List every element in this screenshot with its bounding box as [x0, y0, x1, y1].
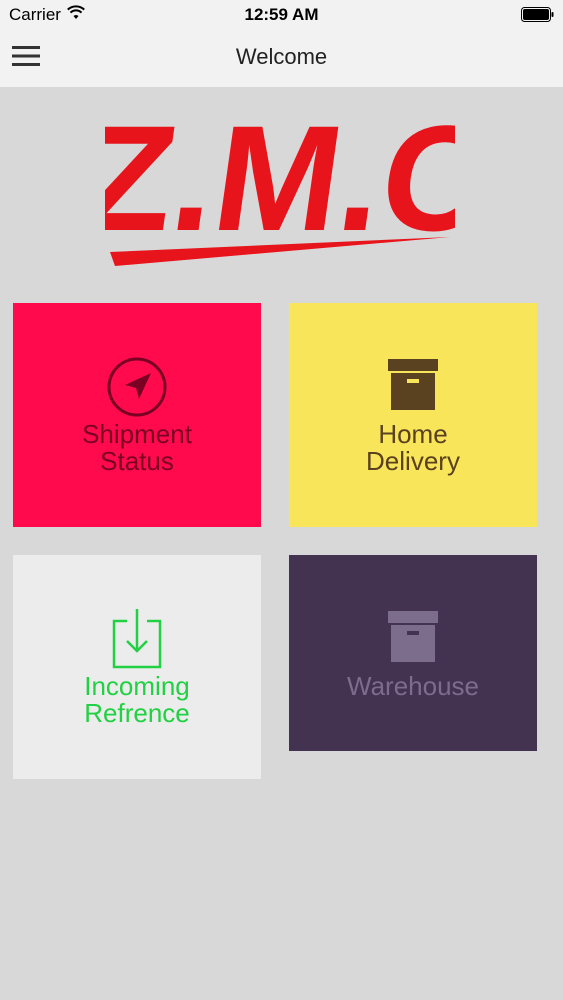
status-time: 12:59 AM	[244, 5, 319, 24]
battery-icon	[521, 7, 554, 22]
tile-label: Home Delivery	[366, 419, 460, 476]
tile-label: Warehouse	[347, 670, 479, 701]
archive-box-icon	[388, 610, 438, 662]
tile-label: Incoming Refrence	[84, 671, 190, 728]
tile-label: Shipment Status	[82, 419, 192, 476]
zmc-logo: Z.M.C	[105, 100, 455, 266]
page-title: Welcome	[235, 44, 328, 69]
status-bar: Carrier 12:59 AM	[0, 0, 563, 30]
archive-box-icon	[388, 359, 438, 410]
shipment-status-tile[interactable]: Shipment Status	[13, 303, 261, 527]
home-delivery-tile[interactable]: Home Delivery	[289, 303, 537, 527]
warehouse-tile[interactable]: Warehouse	[289, 555, 537, 751]
incoming-refrence-tile[interactable]: Incoming Refrence	[13, 555, 261, 779]
download-tray-icon	[112, 609, 162, 669]
svg-text:Z.M.C: Z.M.C	[105, 100, 455, 262]
navigation-bar: Welcome	[0, 30, 563, 87]
navigation-arrow-icon	[107, 357, 167, 417]
